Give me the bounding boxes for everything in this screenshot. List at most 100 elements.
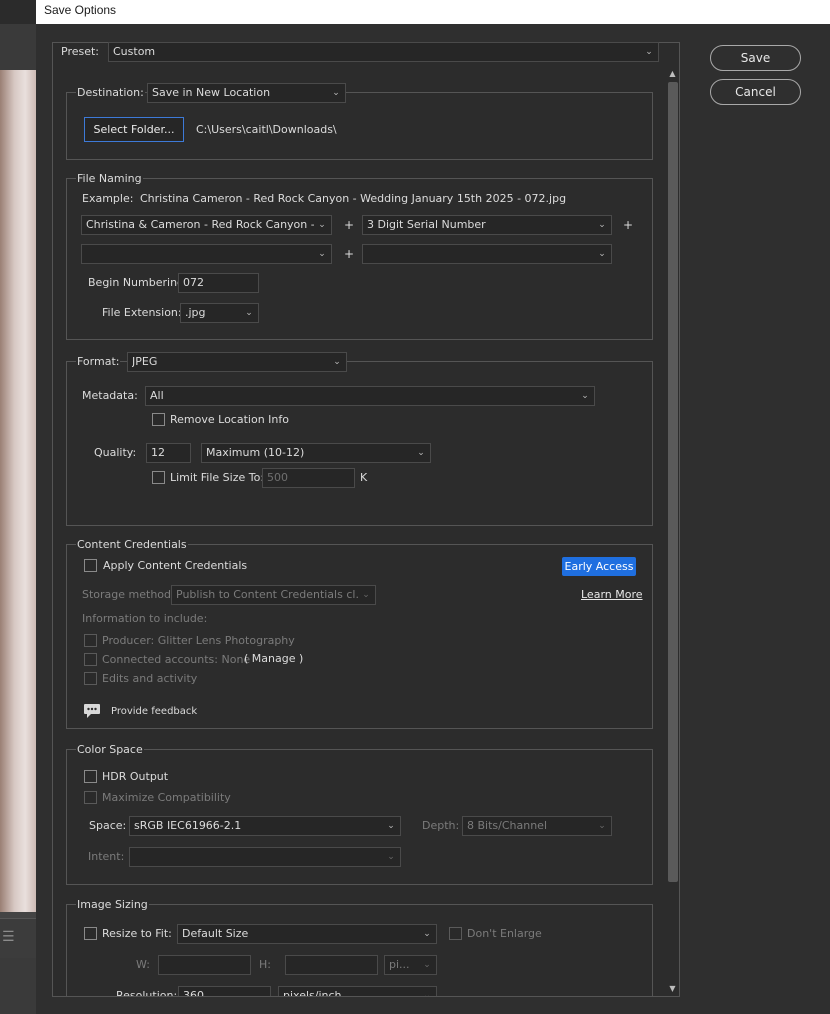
resize-to-fit-dropdown[interactable]: Default Size ⌄ xyxy=(177,924,437,944)
size-unit-dropdown[interactable]: pi... ⌄ xyxy=(384,955,437,975)
scroll-up-arrow-icon[interactable]: ▲ xyxy=(666,68,679,80)
begin-numbering-label: Begin Numbering: xyxy=(88,276,188,289)
limit-file-size-checkbox[interactable] xyxy=(152,471,165,484)
preset-label: Preset: xyxy=(61,45,100,58)
producer-label: Producer: Glitter Lens Photography xyxy=(102,634,295,647)
information-to-include-label: Information to include: xyxy=(82,612,208,625)
chevron-down-icon: ⌄ xyxy=(387,852,395,862)
quality-preset-dropdown[interactable]: Maximum (10-12) ⌄ xyxy=(201,443,431,463)
manage-link[interactable]: ( Manage ) xyxy=(244,652,303,666)
remove-location-checkbox[interactable] xyxy=(152,413,165,426)
apply-content-credentials-checkbox[interactable] xyxy=(84,559,97,572)
depth-label: Depth: xyxy=(422,819,460,832)
color-space-title: Color Space xyxy=(76,743,144,757)
space-value: sRGB IEC61966-2.1 xyxy=(134,819,242,832)
naming-field-2-dropdown[interactable]: 3 Digit Serial Number ⌄ xyxy=(362,215,612,235)
provide-feedback-link[interactable]: Provide feedback xyxy=(111,705,197,719)
dont-enlarge-checkbox[interactable] xyxy=(449,927,462,940)
connected-accounts-checkbox[interactable] xyxy=(84,653,97,666)
space-dropdown[interactable]: sRGB IEC61966-2.1 ⌄ xyxy=(129,816,401,836)
chevron-down-icon: ⌄ xyxy=(318,249,326,259)
chevron-down-icon: ⌄ xyxy=(423,960,431,970)
plus-separator[interactable]: + xyxy=(623,218,633,232)
naming-field-4-dropdown[interactable]: ⌄ xyxy=(362,244,612,264)
chevron-down-icon: ⌄ xyxy=(362,590,370,600)
metadata-dropdown[interactable]: All ⌄ xyxy=(145,386,595,406)
quality-input[interactable]: 12 xyxy=(146,443,191,463)
space-label: Space: xyxy=(89,819,127,832)
hdr-output-checkbox[interactable] xyxy=(84,770,97,783)
metadata-label: Metadata: xyxy=(82,389,138,402)
metadata-value: All xyxy=(150,389,164,402)
storage-method-value: Publish to Content Credentials cl... xyxy=(176,588,358,601)
width-input[interactable] xyxy=(158,955,251,975)
limit-file-size-label: Limit File Size To: xyxy=(170,471,265,484)
title-bar xyxy=(36,0,830,24)
file-naming-title: File Naming xyxy=(76,172,143,186)
chevron-down-icon: ⌄ xyxy=(598,220,606,230)
limit-file-size-input[interactable]: 500 xyxy=(262,468,355,488)
naming-field-1-value: Christina & Cameron - Red Rock Canyon - … xyxy=(86,218,314,231)
naming-field-1-dropdown[interactable]: Christina & Cameron - Red Rock Canyon - … xyxy=(81,215,332,235)
align-left-icon: ☰ xyxy=(2,929,15,945)
quality-label: Quality: xyxy=(94,446,137,459)
file-extension-dropdown[interactable]: .jpg ⌄ xyxy=(180,303,259,323)
width-label: W: xyxy=(136,958,150,971)
format-label: Format: xyxy=(76,355,121,369)
destination-path: C:\Users\caitl\Downloads\ xyxy=(196,123,337,136)
learn-more-link[interactable]: Learn More xyxy=(581,588,643,601)
dont-enlarge-label: Don't Enlarge xyxy=(467,927,542,940)
scroll-down-arrow-icon[interactable]: ▼ xyxy=(666,983,679,995)
chevron-down-icon: ⌄ xyxy=(645,47,653,57)
file-extension-value: .jpg xyxy=(185,306,206,319)
destination-dropdown[interactable]: Save in New Location ⌄ xyxy=(147,83,346,103)
speech-bubble-icon[interactable] xyxy=(83,703,101,719)
preset-dropdown[interactable]: Custom ⌄ xyxy=(108,42,659,62)
edits-activity-label: Edits and activity xyxy=(102,672,198,685)
background-photo xyxy=(0,70,36,912)
maximize-compatibility-checkbox[interactable] xyxy=(84,791,97,804)
content-credentials-title: Content Credentials xyxy=(76,538,188,552)
depth-dropdown[interactable]: 8 Bits/Channel ⌄ xyxy=(462,816,612,836)
chevron-down-icon: ⌄ xyxy=(423,929,431,939)
resize-to-fit-checkbox[interactable] xyxy=(84,927,97,940)
destination-value: Save in New Location xyxy=(152,86,271,99)
naming-field-2-value: 3 Digit Serial Number xyxy=(367,218,486,231)
storage-method-label: Storage method: xyxy=(82,588,175,601)
naming-field-3-dropdown[interactable]: ⌄ xyxy=(81,244,332,264)
quality-preset-value: Maximum (10-12) xyxy=(206,446,305,459)
save-button[interactable]: Save xyxy=(710,45,801,71)
height-label: H: xyxy=(259,958,271,971)
chevron-down-icon: ⌄ xyxy=(417,448,425,458)
image-sizing-group xyxy=(66,904,653,996)
cancel-button[interactable]: Cancel xyxy=(710,79,801,105)
remove-location-label: Remove Location Info xyxy=(170,413,289,426)
resize-to-fit-value: Default Size xyxy=(182,927,249,940)
intent-label: Intent: xyxy=(88,850,125,863)
chevron-down-icon: ⌄ xyxy=(387,821,395,831)
window-title: Save Options xyxy=(44,3,117,17)
select-folder-button[interactable]: Select Folder... xyxy=(84,117,184,142)
preset-value: Custom xyxy=(113,45,156,58)
format-value: JPEG xyxy=(132,355,158,368)
producer-checkbox[interactable] xyxy=(84,634,97,647)
begin-numbering-input[interactable]: 072 xyxy=(178,273,259,293)
file-extension-label: File Extension: xyxy=(102,306,182,319)
chevron-down-icon: ⌄ xyxy=(332,88,340,98)
connected-accounts-label: Connected accounts: None xyxy=(102,653,251,666)
chevron-down-icon: ⌄ xyxy=(581,391,589,401)
intent-dropdown[interactable]: ⌄ xyxy=(129,847,401,867)
begin-numbering-value: 072 xyxy=(183,276,204,289)
edits-activity-checkbox[interactable] xyxy=(84,672,97,685)
scrollbar-thumb[interactable] xyxy=(668,82,678,882)
limit-file-size-value: 500 xyxy=(267,471,288,484)
storage-method-dropdown[interactable]: Publish to Content Credentials cl... ⌄ xyxy=(171,585,376,605)
example-value: Christina Cameron - Red Rock Canyon - We… xyxy=(140,192,567,205)
image-sizing-title: Image Sizing xyxy=(76,898,149,912)
chevron-down-icon: ⌄ xyxy=(318,220,326,230)
example-label: Example: xyxy=(82,192,134,205)
plus-separator: + xyxy=(344,218,355,232)
plus-separator: + xyxy=(344,247,355,261)
format-dropdown[interactable]: JPEG ⌄ xyxy=(127,352,347,372)
height-input[interactable] xyxy=(285,955,378,975)
